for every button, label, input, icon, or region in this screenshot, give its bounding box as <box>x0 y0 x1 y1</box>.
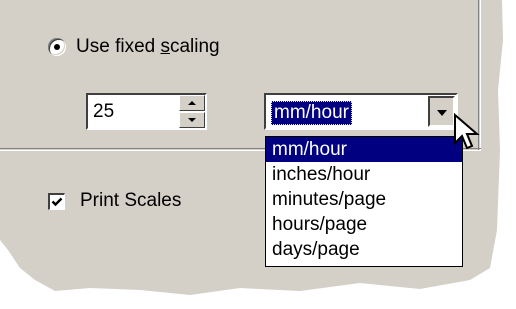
units-selected-value[interactable]: mm/hour <box>271 101 352 125</box>
dialog-fragment: Use fixed scaling 25 mm/hour mm/hour inc… <box>0 0 516 309</box>
fixed-scaling-radio-option[interactable]: Use fixed scaling <box>48 35 220 59</box>
dropdown-option[interactable]: mm/hour <box>266 137 462 162</box>
dropdown-option[interactable]: inches/hour <box>266 162 462 187</box>
fixed-scaling-radio[interactable] <box>48 38 66 56</box>
chevron-down-icon <box>436 109 447 116</box>
scale-value-input[interactable]: 25 <box>93 101 114 123</box>
dropdown-option[interactable]: days/page <box>266 237 462 262</box>
fixed-scaling-access-key: s <box>160 36 170 57</box>
arrow-cursor-icon <box>454 113 480 150</box>
dropdown-option[interactable]: hours/page <box>266 212 462 237</box>
units-dropdown-button[interactable] <box>428 96 455 127</box>
triangle-up-icon <box>188 101 196 105</box>
print-scales-checkbox[interactable] <box>48 192 65 210</box>
units-dropdown-list[interactable]: mm/hour inches/hour minutes/page hours/p… <box>265 136 463 267</box>
fixed-scaling-label[interactable]: Use fixed scaling <box>76 36 220 58</box>
spin-down-button[interactable] <box>179 112 205 128</box>
triangle-down-icon <box>188 118 196 122</box>
print-scales-label[interactable]: Print Scales <box>80 190 181 212</box>
print-scales-option[interactable]: Print Scales <box>48 189 181 213</box>
units-combo-box[interactable]: mm/hour <box>264 93 458 130</box>
radio-selected-dot <box>54 44 60 50</box>
dropdown-option[interactable]: minutes/page <box>266 187 462 212</box>
scale-value-spinner[interactable]: 25 <box>86 93 207 130</box>
checkmark-icon <box>51 197 63 206</box>
spin-up-button[interactable] <box>179 95 205 111</box>
